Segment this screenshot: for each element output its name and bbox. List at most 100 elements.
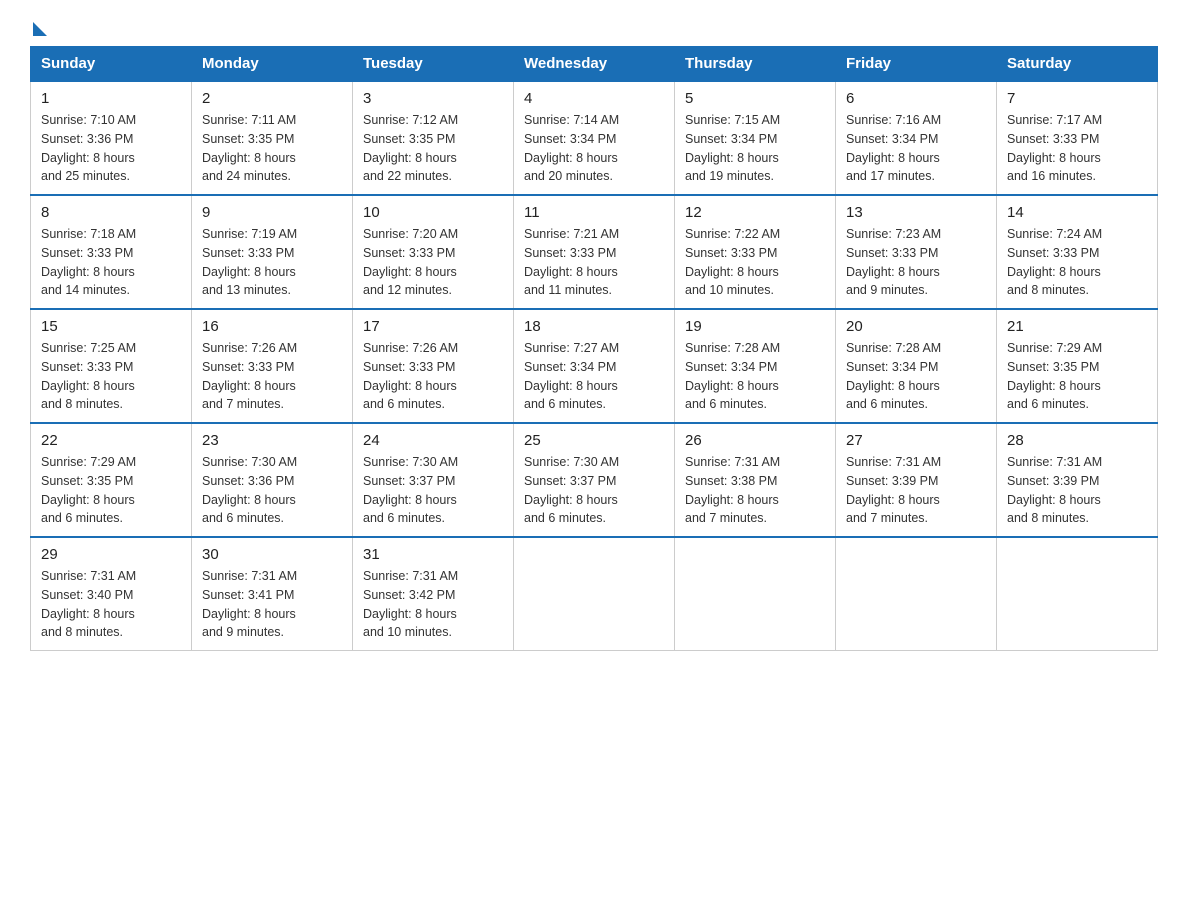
day-number: 25 bbox=[524, 432, 664, 449]
calendar-cell: 11 Sunrise: 7:21 AMSunset: 3:33 PMDaylig… bbox=[514, 195, 675, 309]
calendar-cell: 12 Sunrise: 7:22 AMSunset: 3:33 PMDaylig… bbox=[675, 195, 836, 309]
day-number: 22 bbox=[41, 432, 181, 449]
day-number: 18 bbox=[524, 318, 664, 335]
day-info: Sunrise: 7:20 AMSunset: 3:33 PMDaylight:… bbox=[363, 225, 503, 300]
calendar-cell: 31 Sunrise: 7:31 AMSunset: 3:42 PMDaylig… bbox=[353, 537, 514, 651]
calendar-cell: 4 Sunrise: 7:14 AMSunset: 3:34 PMDayligh… bbox=[514, 81, 675, 195]
calendar-cell: 29 Sunrise: 7:31 AMSunset: 3:40 PMDaylig… bbox=[31, 537, 192, 651]
day-number: 27 bbox=[846, 432, 986, 449]
day-info: Sunrise: 7:25 AMSunset: 3:33 PMDaylight:… bbox=[41, 339, 181, 414]
day-number: 21 bbox=[1007, 318, 1147, 335]
calendar-cell: 24 Sunrise: 7:30 AMSunset: 3:37 PMDaylig… bbox=[353, 423, 514, 537]
calendar-cell: 9 Sunrise: 7:19 AMSunset: 3:33 PMDayligh… bbox=[192, 195, 353, 309]
calendar-cell: 22 Sunrise: 7:29 AMSunset: 3:35 PMDaylig… bbox=[31, 423, 192, 537]
calendar-cell: 5 Sunrise: 7:15 AMSunset: 3:34 PMDayligh… bbox=[675, 81, 836, 195]
calendar-week-1: 1 Sunrise: 7:10 AMSunset: 3:36 PMDayligh… bbox=[31, 81, 1158, 195]
day-info: Sunrise: 7:26 AMSunset: 3:33 PMDaylight:… bbox=[363, 339, 503, 414]
calendar-cell: 21 Sunrise: 7:29 AMSunset: 3:35 PMDaylig… bbox=[997, 309, 1158, 423]
day-number: 12 bbox=[685, 204, 825, 221]
day-number: 14 bbox=[1007, 204, 1147, 221]
day-info: Sunrise: 7:16 AMSunset: 3:34 PMDaylight:… bbox=[846, 111, 986, 186]
calendar-cell: 17 Sunrise: 7:26 AMSunset: 3:33 PMDaylig… bbox=[353, 309, 514, 423]
calendar-cell: 2 Sunrise: 7:11 AMSunset: 3:35 PMDayligh… bbox=[192, 81, 353, 195]
day-number: 19 bbox=[685, 318, 825, 335]
calendar-cell: 13 Sunrise: 7:23 AMSunset: 3:33 PMDaylig… bbox=[836, 195, 997, 309]
day-info: Sunrise: 7:23 AMSunset: 3:33 PMDaylight:… bbox=[846, 225, 986, 300]
calendar-cell: 1 Sunrise: 7:10 AMSunset: 3:36 PMDayligh… bbox=[31, 81, 192, 195]
calendar-body: 1 Sunrise: 7:10 AMSunset: 3:36 PMDayligh… bbox=[31, 81, 1158, 651]
day-number: 1 bbox=[41, 90, 181, 107]
calendar-cell: 3 Sunrise: 7:12 AMSunset: 3:35 PMDayligh… bbox=[353, 81, 514, 195]
col-header-wednesday: Wednesday bbox=[514, 47, 675, 82]
calendar-week-2: 8 Sunrise: 7:18 AMSunset: 3:33 PMDayligh… bbox=[31, 195, 1158, 309]
day-number: 16 bbox=[202, 318, 342, 335]
day-info: Sunrise: 7:29 AMSunset: 3:35 PMDaylight:… bbox=[41, 453, 181, 528]
header-row: SundayMondayTuesdayWednesdayThursdayFrid… bbox=[31, 47, 1158, 82]
day-number: 9 bbox=[202, 204, 342, 221]
day-info: Sunrise: 7:21 AMSunset: 3:33 PMDaylight:… bbox=[524, 225, 664, 300]
calendar-week-5: 29 Sunrise: 7:31 AMSunset: 3:40 PMDaylig… bbox=[31, 537, 1158, 651]
day-info: Sunrise: 7:28 AMSunset: 3:34 PMDaylight:… bbox=[685, 339, 825, 414]
day-info: Sunrise: 7:10 AMSunset: 3:36 PMDaylight:… bbox=[41, 111, 181, 186]
calendar-cell: 7 Sunrise: 7:17 AMSunset: 3:33 PMDayligh… bbox=[997, 81, 1158, 195]
calendar-cell: 26 Sunrise: 7:31 AMSunset: 3:38 PMDaylig… bbox=[675, 423, 836, 537]
day-info: Sunrise: 7:22 AMSunset: 3:33 PMDaylight:… bbox=[685, 225, 825, 300]
calendar-week-3: 15 Sunrise: 7:25 AMSunset: 3:33 PMDaylig… bbox=[31, 309, 1158, 423]
day-info: Sunrise: 7:31 AMSunset: 3:40 PMDaylight:… bbox=[41, 567, 181, 642]
day-info: Sunrise: 7:31 AMSunset: 3:39 PMDaylight:… bbox=[846, 453, 986, 528]
calendar-cell: 30 Sunrise: 7:31 AMSunset: 3:41 PMDaylig… bbox=[192, 537, 353, 651]
day-number: 7 bbox=[1007, 90, 1147, 107]
day-number: 23 bbox=[202, 432, 342, 449]
day-number: 20 bbox=[846, 318, 986, 335]
day-info: Sunrise: 7:26 AMSunset: 3:33 PMDaylight:… bbox=[202, 339, 342, 414]
day-number: 11 bbox=[524, 204, 664, 221]
day-info: Sunrise: 7:31 AMSunset: 3:41 PMDaylight:… bbox=[202, 567, 342, 642]
col-header-sunday: Sunday bbox=[31, 47, 192, 82]
logo bbox=[30, 20, 47, 28]
day-info: Sunrise: 7:29 AMSunset: 3:35 PMDaylight:… bbox=[1007, 339, 1147, 414]
col-header-monday: Monday bbox=[192, 47, 353, 82]
day-info: Sunrise: 7:27 AMSunset: 3:34 PMDaylight:… bbox=[524, 339, 664, 414]
col-header-thursday: Thursday bbox=[675, 47, 836, 82]
day-number: 6 bbox=[846, 90, 986, 107]
calendar-cell: 27 Sunrise: 7:31 AMSunset: 3:39 PMDaylig… bbox=[836, 423, 997, 537]
day-info: Sunrise: 7:17 AMSunset: 3:33 PMDaylight:… bbox=[1007, 111, 1147, 186]
col-header-saturday: Saturday bbox=[997, 47, 1158, 82]
calendar-cell: 25 Sunrise: 7:30 AMSunset: 3:37 PMDaylig… bbox=[514, 423, 675, 537]
day-number: 4 bbox=[524, 90, 664, 107]
day-number: 26 bbox=[685, 432, 825, 449]
calendar-cell: 19 Sunrise: 7:28 AMSunset: 3:34 PMDaylig… bbox=[675, 309, 836, 423]
calendar-cell: 20 Sunrise: 7:28 AMSunset: 3:34 PMDaylig… bbox=[836, 309, 997, 423]
calendar-cell bbox=[514, 537, 675, 651]
day-number: 5 bbox=[685, 90, 825, 107]
day-info: Sunrise: 7:30 AMSunset: 3:37 PMDaylight:… bbox=[524, 453, 664, 528]
day-info: Sunrise: 7:24 AMSunset: 3:33 PMDaylight:… bbox=[1007, 225, 1147, 300]
day-number: 3 bbox=[363, 90, 503, 107]
day-info: Sunrise: 7:12 AMSunset: 3:35 PMDaylight:… bbox=[363, 111, 503, 186]
col-header-tuesday: Tuesday bbox=[353, 47, 514, 82]
day-info: Sunrise: 7:31 AMSunset: 3:38 PMDaylight:… bbox=[685, 453, 825, 528]
col-header-friday: Friday bbox=[836, 47, 997, 82]
calendar-week-4: 22 Sunrise: 7:29 AMSunset: 3:35 PMDaylig… bbox=[31, 423, 1158, 537]
day-number: 28 bbox=[1007, 432, 1147, 449]
day-number: 2 bbox=[202, 90, 342, 107]
calendar-cell: 15 Sunrise: 7:25 AMSunset: 3:33 PMDaylig… bbox=[31, 309, 192, 423]
calendar-cell: 6 Sunrise: 7:16 AMSunset: 3:34 PMDayligh… bbox=[836, 81, 997, 195]
day-number: 13 bbox=[846, 204, 986, 221]
day-number: 24 bbox=[363, 432, 503, 449]
calendar-cell bbox=[675, 537, 836, 651]
day-number: 10 bbox=[363, 204, 503, 221]
calendar-cell: 23 Sunrise: 7:30 AMSunset: 3:36 PMDaylig… bbox=[192, 423, 353, 537]
calendar-cell: 10 Sunrise: 7:20 AMSunset: 3:33 PMDaylig… bbox=[353, 195, 514, 309]
calendar-cell: 18 Sunrise: 7:27 AMSunset: 3:34 PMDaylig… bbox=[514, 309, 675, 423]
day-number: 31 bbox=[363, 546, 503, 563]
day-info: Sunrise: 7:30 AMSunset: 3:36 PMDaylight:… bbox=[202, 453, 342, 528]
day-info: Sunrise: 7:31 AMSunset: 3:42 PMDaylight:… bbox=[363, 567, 503, 642]
day-number: 15 bbox=[41, 318, 181, 335]
calendar-cell bbox=[997, 537, 1158, 651]
day-info: Sunrise: 7:30 AMSunset: 3:37 PMDaylight:… bbox=[363, 453, 503, 528]
day-info: Sunrise: 7:31 AMSunset: 3:39 PMDaylight:… bbox=[1007, 453, 1147, 528]
calendar-cell bbox=[836, 537, 997, 651]
page-header bbox=[30, 20, 1158, 28]
day-number: 29 bbox=[41, 546, 181, 563]
